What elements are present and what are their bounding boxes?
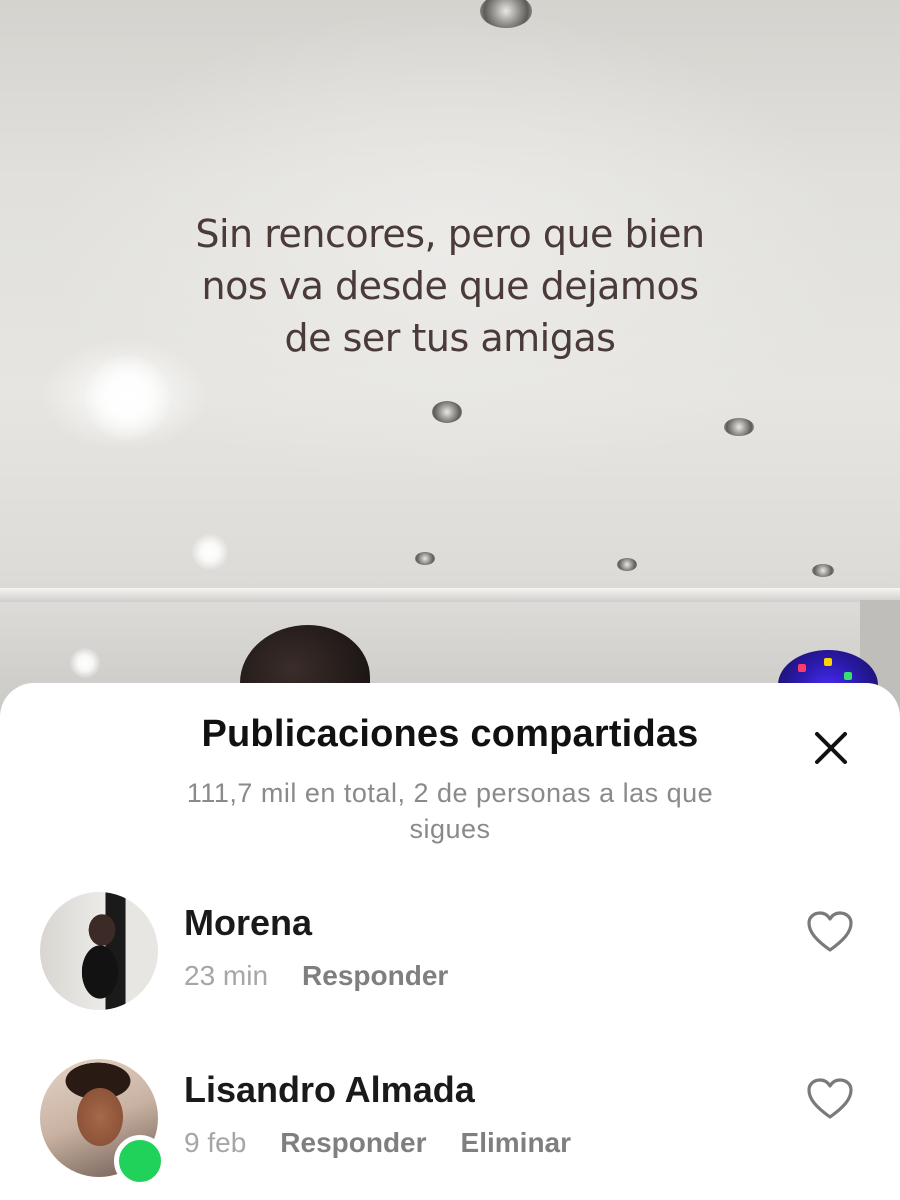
list-item[interactable]: Morena 23 min Responder xyxy=(0,892,900,1022)
ceiling-light xyxy=(480,0,532,28)
ceiling-light xyxy=(432,401,462,423)
video-caption: Sin rencores, pero que bien nos va desde… xyxy=(0,208,900,364)
shares-sheet: Publicaciones compartidas 111,7 mil en t… xyxy=(0,683,900,1200)
caption-line: de ser tus amigas xyxy=(284,316,616,360)
like-button[interactable] xyxy=(806,910,854,954)
ceiling-light-glow xyxy=(85,355,170,440)
screen: Sin rencores, pero que bien nos va desde… xyxy=(0,0,900,1200)
sheet-subtitle: 111,7 mil en total, 2 de personas a las … xyxy=(186,778,714,844)
reply-button[interactable]: Responder xyxy=(302,960,448,992)
ceiling-light xyxy=(415,552,435,565)
caption-line: nos va desde que dejamos xyxy=(201,264,699,308)
avatar[interactable] xyxy=(40,892,158,1010)
close-button[interactable] xyxy=(808,725,854,771)
ceiling-light xyxy=(812,564,834,577)
close-icon xyxy=(815,732,847,764)
sheet-title: Publicaciones compartidas xyxy=(201,713,699,755)
timestamp: 23 min xyxy=(184,960,269,991)
video-player[interactable]: Sin rencores, pero que bien nos va desde… xyxy=(0,0,900,735)
ceiling-light-glow xyxy=(70,648,100,678)
heart-outline-icon xyxy=(807,911,853,952)
user-name[interactable]: Lisandro Almada xyxy=(184,1069,475,1111)
ceiling-step xyxy=(0,588,900,602)
ceiling-light-glow xyxy=(192,534,228,570)
reply-button[interactable]: Responder xyxy=(280,1127,426,1159)
heart-outline-icon xyxy=(807,1078,853,1119)
ceiling-light xyxy=(617,558,637,571)
item-meta: 9 feb Responder Eliminar xyxy=(184,1127,571,1159)
caption-line: Sin rencores, pero que bien xyxy=(195,212,705,256)
item-meta: 23 min Responder xyxy=(184,960,448,992)
online-status-dot xyxy=(114,1135,166,1187)
list-item[interactable]: Lisandro Almada 9 feb Responder Eliminar xyxy=(0,1059,900,1189)
delete-button[interactable]: Eliminar xyxy=(461,1127,571,1159)
like-button[interactable] xyxy=(806,1077,854,1121)
ceiling-light xyxy=(724,418,754,436)
user-name[interactable]: Morena xyxy=(184,902,312,944)
timestamp: 9 feb xyxy=(184,1127,247,1158)
